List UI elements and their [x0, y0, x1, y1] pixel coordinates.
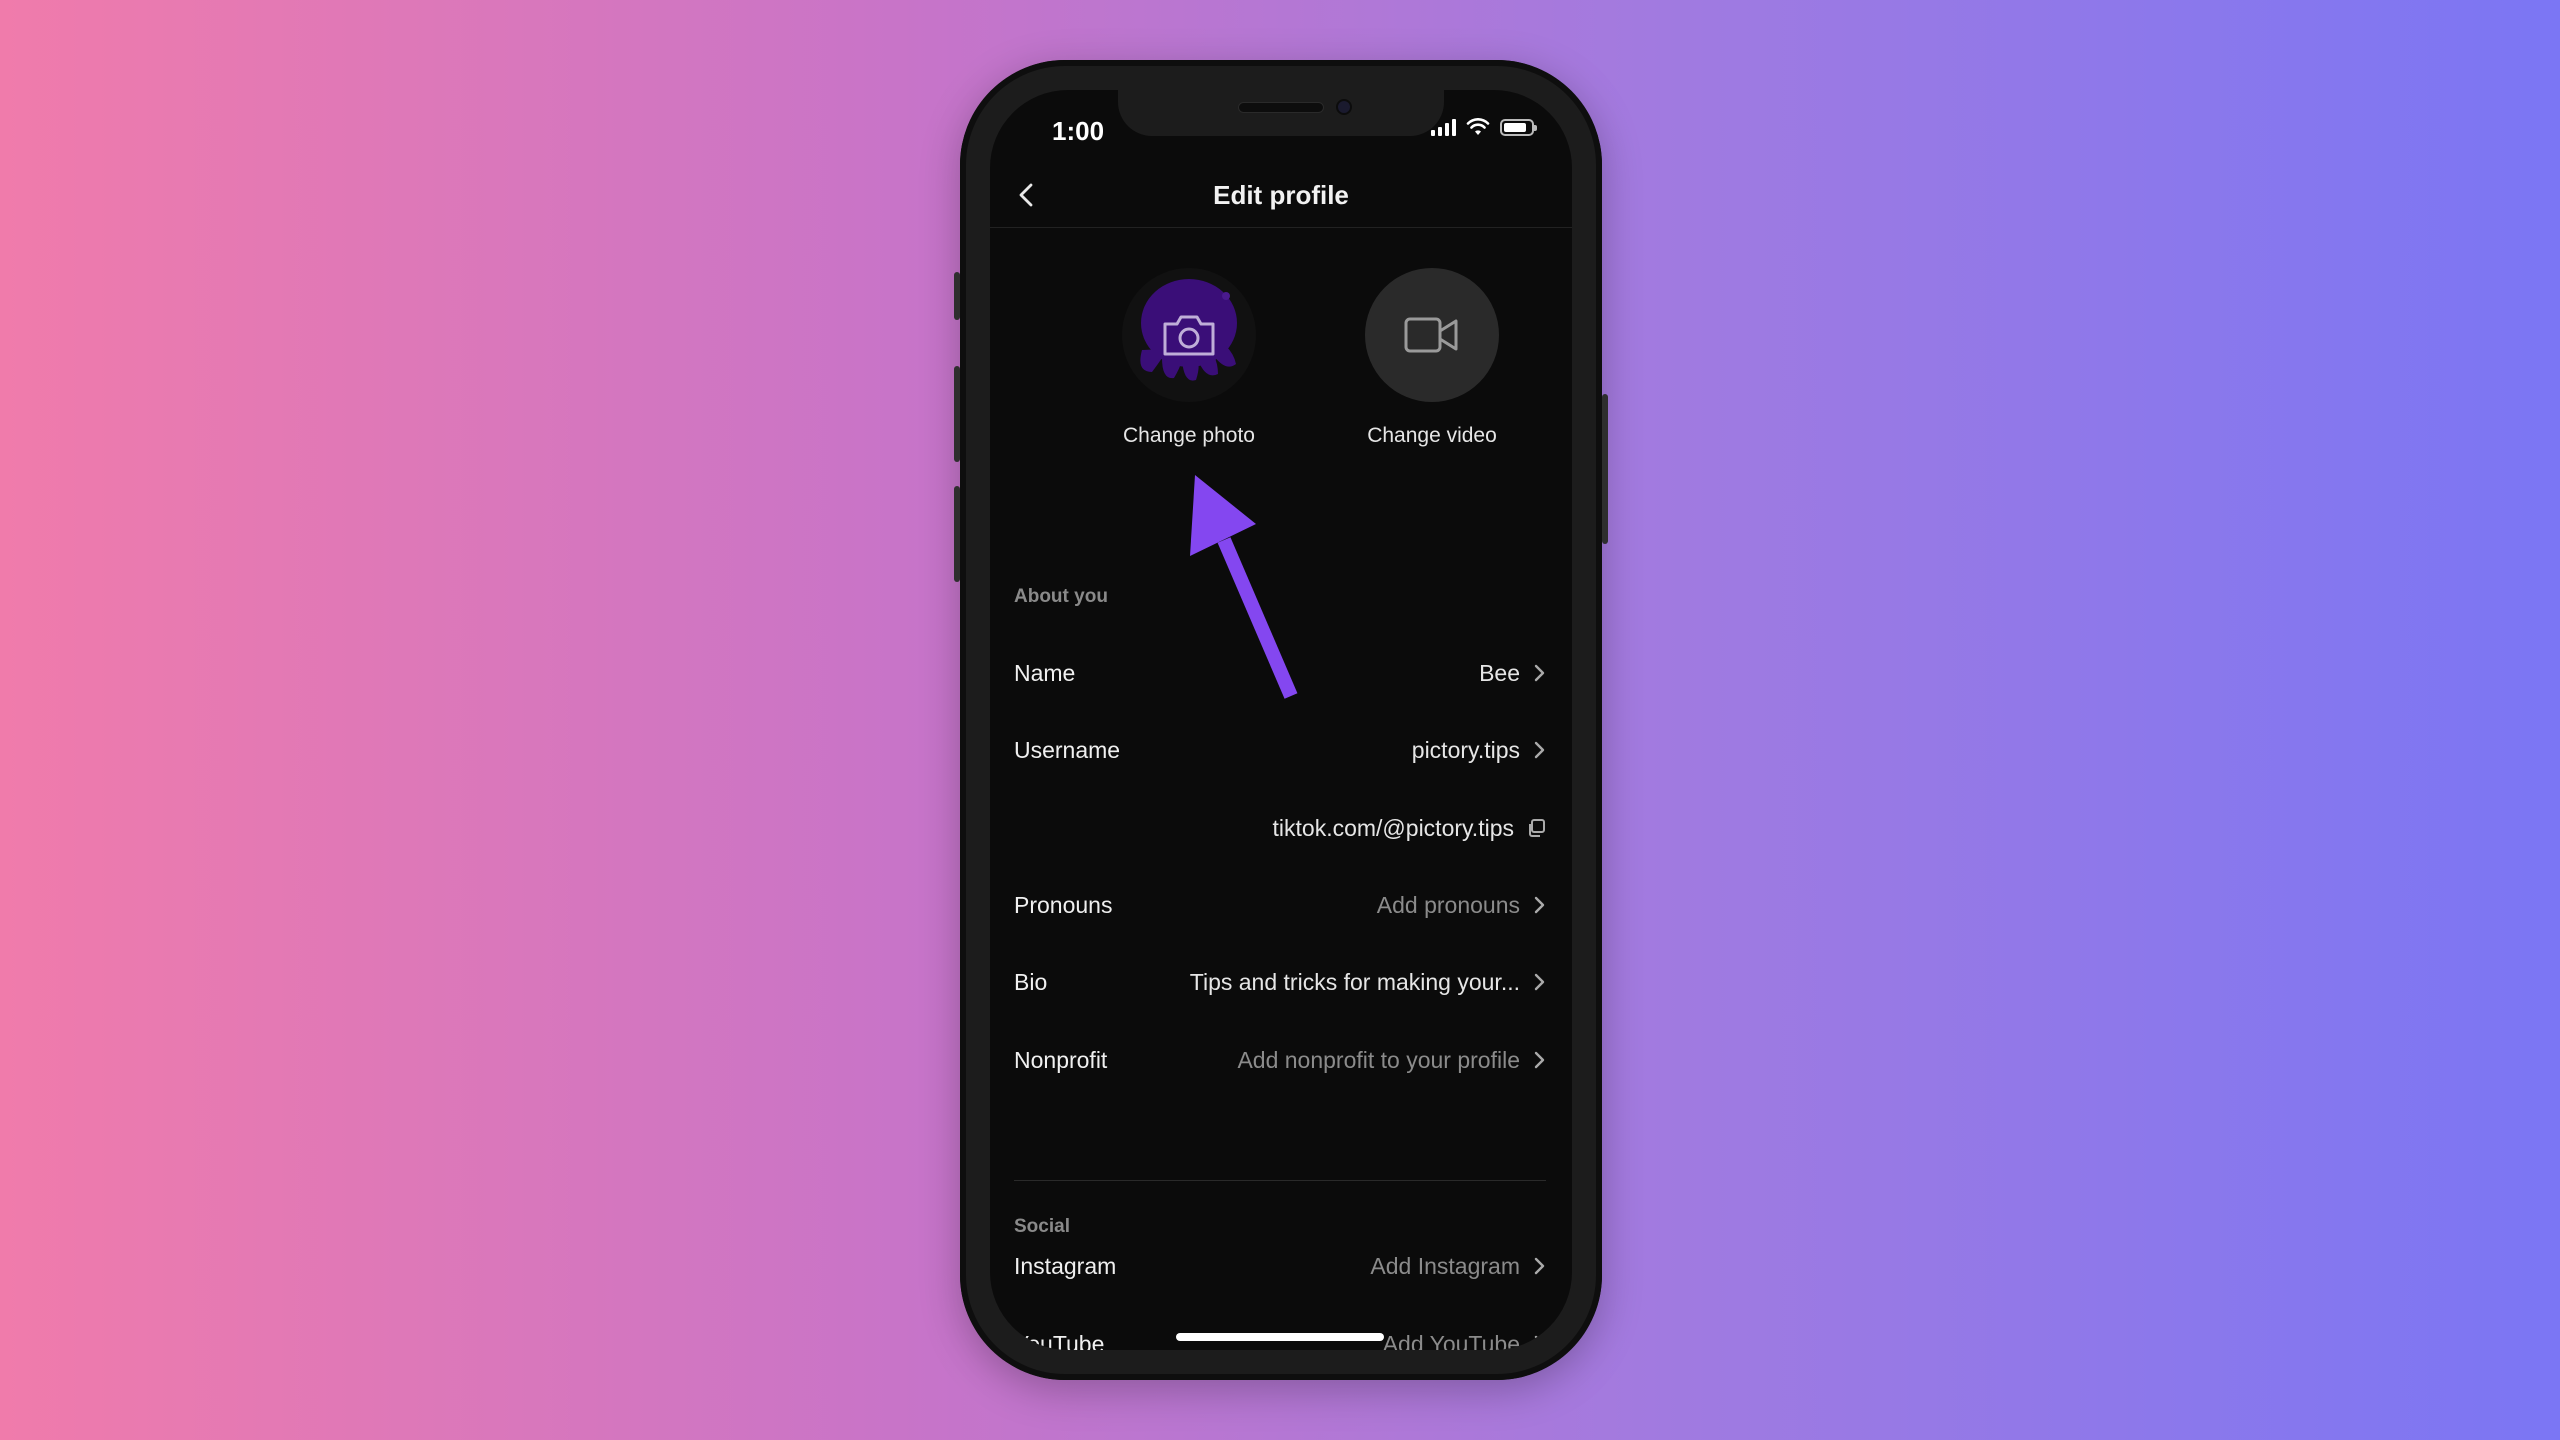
- row-nonprofit[interactable]: Nonprofit Add nonprofit to your profile: [1014, 1035, 1546, 1085]
- row-label: Name: [1014, 659, 1076, 686]
- change-video-button[interactable]: Change video: [1332, 268, 1532, 448]
- row-label: Pronouns: [1014, 891, 1113, 918]
- home-indicator[interactable]: [1176, 1333, 1384, 1341]
- status-icons: [1431, 118, 1537, 136]
- row-label: Nonprofit: [1014, 1046, 1108, 1073]
- status-time: 1:00: [1052, 116, 1105, 146]
- section-label-about: About you: [1014, 586, 1108, 607]
- chevron-right-icon: [1534, 664, 1545, 682]
- row-value: Tips and tricks for making your...: [1189, 968, 1520, 995]
- mute-switch: [954, 272, 960, 320]
- phone-frame: 1:00 Edit profile Change photo Change vi…: [954, 60, 1608, 1380]
- volume-down-button: [954, 486, 960, 582]
- change-video-label[interactable]: Change video: [1332, 424, 1532, 448]
- video-camera-icon: [1404, 317, 1458, 353]
- change-photo-label[interactable]: Change photo: [1089, 424, 1289, 448]
- row-label: Username: [1014, 736, 1121, 763]
- header: Edit profile: [990, 160, 1572, 228]
- section-divider: [1014, 1180, 1546, 1181]
- row-value: pictory.tips: [1411, 736, 1520, 763]
- row-label: Bio: [1014, 968, 1048, 995]
- profile-link: tiktok.com/@pictory.tips: [1272, 814, 1514, 841]
- row-bio[interactable]: Bio Tips and tricks for making your...: [1014, 957, 1546, 1007]
- volume-up-button: [954, 366, 960, 462]
- row-value: Bee: [1479, 659, 1520, 686]
- chevron-right-icon: [1534, 1335, 1545, 1350]
- notch: [1118, 90, 1444, 136]
- row-value: Add Instagram: [1370, 1252, 1520, 1279]
- camera-icon: [1163, 315, 1215, 356]
- speaker: [1238, 102, 1324, 113]
- chevron-right-icon: [1534, 1257, 1545, 1275]
- cellular-signal-icon: [1431, 118, 1456, 136]
- section-label-social: Social: [1014, 1216, 1070, 1237]
- row-value: Add YouTube: [1382, 1330, 1520, 1351]
- wifi-icon: [1466, 118, 1490, 135]
- row-profile-link[interactable]: tiktok.com/@pictory.tips: [1014, 803, 1546, 853]
- row-label: Instagram: [1014, 1252, 1117, 1279]
- phone-screen: 1:00 Edit profile Change photo Change vi…: [990, 90, 1572, 1350]
- chevron-right-icon: [1534, 973, 1545, 991]
- copy-icon[interactable]: [1526, 818, 1546, 838]
- front-camera: [1336, 99, 1352, 115]
- page-title: Edit profile: [1213, 180, 1349, 210]
- row-name[interactable]: Name Bee: [1014, 648, 1546, 698]
- row-username[interactable]: Username pictory.tips: [1014, 725, 1546, 775]
- row-instagram[interactable]: Instagram Add Instagram: [1014, 1241, 1546, 1291]
- change-photo-button[interactable]: Change photo: [1089, 268, 1289, 448]
- power-button: [1602, 394, 1608, 544]
- row-pronouns[interactable]: Pronouns Add pronouns: [1014, 880, 1546, 930]
- video-avatar[interactable]: [1365, 268, 1499, 402]
- battery-icon: [1500, 118, 1537, 136]
- avatar[interactable]: [1122, 268, 1256, 402]
- row-value: Add nonprofit to your profile: [1237, 1046, 1520, 1073]
- chevron-right-icon: [1534, 1051, 1545, 1069]
- battery-fill: [1504, 122, 1527, 132]
- row-value: Add pronouns: [1376, 891, 1520, 918]
- chevron-right-icon: [1534, 741, 1545, 759]
- chevron-right-icon: [1534, 896, 1545, 914]
- row-label: YouTube: [1014, 1330, 1105, 1351]
